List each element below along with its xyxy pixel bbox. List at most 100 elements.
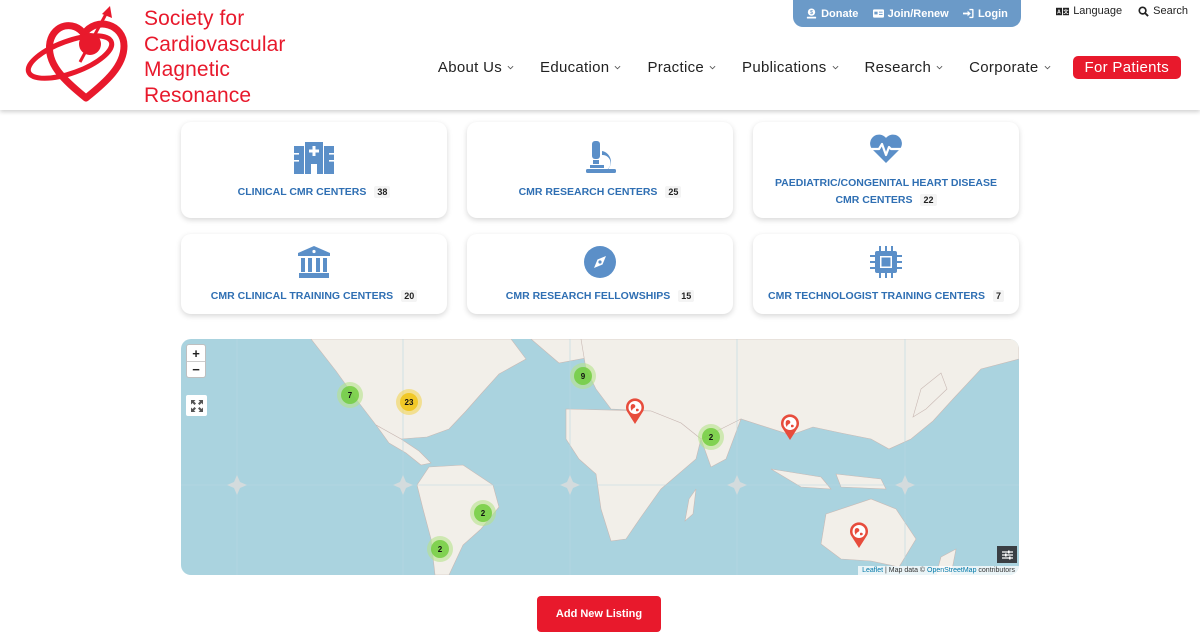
- login-link[interactable]: Login: [962, 7, 1008, 20]
- map-cluster[interactable]: 23: [396, 389, 422, 415]
- cluster-count: 9: [574, 367, 592, 385]
- chevron-down-icon: [936, 65, 943, 70]
- card-cmr-research-centers[interactable]: CMR RESEARCH CENTERS 25: [467, 122, 733, 218]
- chevron-down-icon: [709, 65, 716, 70]
- join-renew-label: Join/Renew: [887, 7, 949, 20]
- card-count: 25: [665, 185, 682, 198]
- cluster-count: 2: [431, 540, 449, 558]
- compass-icon: [580, 244, 620, 280]
- logo-line: Cardiovascular: [144, 32, 286, 56]
- donate-link[interactable]: $ Donate: [806, 8, 858, 20]
- card-paediatric-congenital-centers[interactable]: PAEDIATRIC/CONGENITAL HEART DISEASE CMR C…: [753, 122, 1019, 218]
- nav-label: Publications: [742, 59, 827, 76]
- aux-links: A文 Language Search: [1056, 5, 1188, 17]
- language-label: Language: [1073, 5, 1123, 17]
- nav-label: About Us: [437, 59, 503, 76]
- logo-heart-icon: [25, 6, 128, 102]
- nav-about-us[interactable]: About Us: [438, 59, 514, 76]
- leaflet-link[interactable]: Leaflet: [862, 567, 883, 574]
- svg-text:文: 文: [1064, 8, 1070, 15]
- cluster-count: 23: [400, 393, 418, 411]
- microchip-icon: [866, 244, 906, 280]
- id-card-icon: [872, 9, 884, 18]
- svg-text:A: A: [1057, 9, 1061, 15]
- map-pin-marker[interactable]: [780, 414, 800, 440]
- chevron-down-icon: [832, 65, 838, 70]
- cluster-count: 2: [474, 504, 492, 522]
- map-cluster[interactable]: 7: [337, 382, 363, 408]
- logo-line: Society for: [144, 7, 245, 30]
- card-cmr-research-fellowships[interactable]: CMR RESEARCH FELLOWSHIPS 15: [467, 234, 733, 314]
- card-label-wrap: CMR TECHNOLOGIST TRAINING CENTERS 7: [754, 288, 1018, 305]
- map-pin-marker[interactable]: [625, 398, 645, 424]
- nav-corporate[interactable]: Corporate: [969, 59, 1050, 76]
- attribution-text: | Map data ©: [883, 567, 928, 574]
- svg-text:$: $: [810, 10, 813, 16]
- sliders-icon: [1001, 550, 1013, 559]
- card-label-wrap: CMR RESEARCH CENTERS 25: [505, 184, 696, 201]
- zoom-out-button[interactable]: −: [187, 361, 205, 377]
- logo-line: Magnetic: [144, 58, 231, 81]
- microscope-icon: [580, 140, 620, 176]
- zoom-in-button[interactable]: +: [187, 345, 205, 361]
- main-nav: About Us Education Practice Publications…: [412, 56, 1181, 79]
- listings-map[interactable]: + − 7 23 9 2 2 2 Leaflet | Map data © Op…: [181, 339, 1019, 575]
- logo-wordmark: Society for Cardiovascular Magnetic Reso…: [144, 6, 285, 108]
- card-cmr-clinical-training-centers[interactable]: CMR CLINICAL TRAINING CENTERS 20: [181, 234, 447, 314]
- category-cards: CLINICAL CMR CENTERS 38 CMR RESEARCH CENT…: [181, 122, 1019, 314]
- card-cmr-technologist-training-centers[interactable]: CMR TECHNOLOGIST TRAINING CENTERS 7: [753, 234, 1019, 314]
- join-renew-link[interactable]: Join/Renew: [872, 7, 949, 20]
- nav-label: Education: [540, 59, 610, 76]
- card-label: CMR RESEARCH CENTERS: [518, 185, 658, 198]
- map-cluster[interactable]: 2: [698, 424, 724, 450]
- nav-education[interactable]: Education: [540, 59, 621, 76]
- heart-pulse-icon: [866, 131, 906, 167]
- sign-in-icon: [962, 8, 974, 19]
- zoom-control: + −: [186, 344, 206, 378]
- map-pin-marker[interactable]: [849, 522, 869, 548]
- fullscreen-button[interactable]: [186, 395, 207, 416]
- search-link[interactable]: Search: [1138, 5, 1188, 17]
- layers-control-button[interactable]: [997, 546, 1017, 563]
- nav-label: Corporate: [969, 59, 1039, 76]
- card-label-wrap: CMR RESEARCH FELLOWSHIPS 15: [492, 288, 709, 305]
- nav-label: Research: [864, 59, 932, 76]
- map-cluster[interactable]: 2: [427, 536, 453, 562]
- site-header: Society for Cardiovascular Magnetic Reso…: [0, 0, 1200, 110]
- expand-icon: [190, 399, 203, 412]
- card-label: CMR TECHNOLOGIST TRAINING CENTERS: [767, 289, 985, 302]
- chevron-down-icon: [1044, 65, 1050, 70]
- card-label: CMR RESEARCH FELLOWSHIPS: [505, 289, 671, 302]
- language-link[interactable]: A文 Language: [1056, 5, 1122, 17]
- card-label-wrap: CMR CLINICAL TRAINING CENTERS 20: [197, 288, 431, 305]
- card-label: PAEDIATRIC/CONGENITAL HEART DISEASE: [774, 177, 998, 189]
- donate-label: Donate: [821, 7, 859, 20]
- add-new-listing-button[interactable]: Add New Listing: [537, 596, 661, 632]
- map-cluster[interactable]: 9: [570, 363, 596, 389]
- login-label: Login: [977, 7, 1008, 20]
- for-patients-button[interactable]: For Patients: [1072, 56, 1181, 79]
- landmark-icon: [294, 244, 334, 280]
- nav-practice[interactable]: Practice: [647, 59, 716, 76]
- search-icon: [1138, 5, 1149, 17]
- logo-line: Resonance: [144, 83, 252, 107]
- attribution-text: contributors: [976, 567, 1015, 574]
- search-label: Search: [1153, 5, 1188, 17]
- map-cluster[interactable]: 2: [470, 500, 496, 526]
- nav-research[interactable]: Research: [865, 59, 944, 76]
- chevron-down-icon: [615, 65, 621, 70]
- card-label: CMR CENTERS: [835, 194, 913, 206]
- card-count: 38: [374, 185, 391, 198]
- card-label: CMR CLINICAL TRAINING CENTERS: [210, 289, 394, 302]
- card-count: 20: [401, 289, 418, 302]
- card-label-wrap: PAEDIATRIC/CONGENITAL HEART DISEASE CMR C…: [761, 175, 1011, 209]
- card-label: CLINICAL CMR CENTERS: [237, 185, 367, 198]
- language-icon: A文: [1056, 7, 1070, 15]
- world-map-tiles: [181, 339, 1019, 575]
- openstreetmap-link[interactable]: OpenStreetMap: [927, 567, 976, 574]
- site-logo[interactable]: Society for Cardiovascular Magnetic Reso…: [24, 2, 285, 108]
- card-count: 15: [678, 289, 695, 302]
- card-label-wrap: CLINICAL CMR CENTERS 38: [224, 184, 405, 201]
- nav-publications[interactable]: Publications: [742, 59, 838, 76]
- card-clinical-cmr-centers[interactable]: CLINICAL CMR CENTERS 38: [181, 122, 447, 218]
